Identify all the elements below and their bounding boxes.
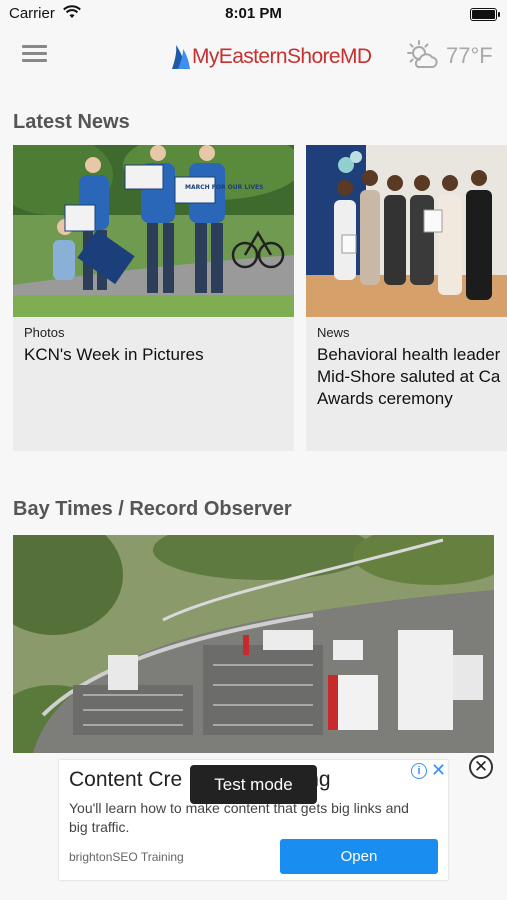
awards-photo — [306, 145, 507, 317]
info-icon[interactable]: i — [411, 763, 427, 779]
bay-times-heading: Bay Times / Record Observer — [13, 498, 292, 520]
test-mode-toast: Test mode — [190, 765, 317, 804]
status-time: 8:01 PM — [225, 5, 282, 22]
app-header: MyEasternShoreMD 77°F — [0, 28, 507, 88]
latest-news-heading: Latest News — [13, 111, 130, 133]
close-icon: ✕ — [473, 757, 489, 776]
ad-description: You'll learn how to make content that ge… — [69, 800, 409, 835]
card-category: Photos — [24, 325, 65, 340]
hamburger-icon[interactable] — [22, 43, 47, 63]
weather-temperature: 77°F — [446, 43, 493, 68]
march-sign-text: MARCH FOR OUR LIVES — [185, 184, 263, 191]
card-headline: KCN's Week in Pictures — [24, 345, 204, 364]
ad-advertiser: brightonSEO Training — [69, 850, 184, 864]
logo-text: MyEasternShoreMD — [192, 45, 372, 68]
ad-dismiss-button[interactable]: ✕ — [469, 755, 493, 779]
ad-open-button[interactable]: Open — [280, 839, 438, 874]
card-headline: Behavioral health leader Mid-Shore salut… — [317, 345, 501, 408]
status-bar: Carrier 8:01 PM — [0, 0, 507, 28]
battery-icon — [470, 8, 500, 21]
sail-logo-icon — [172, 45, 190, 69]
news-card-awards[interactable]: News Behavioral health leader Mid-Shore … — [306, 145, 507, 451]
close-icon[interactable]: ✕ — [431, 760, 446, 781]
partly-cloudy-icon — [407, 40, 438, 68]
site-logo[interactable]: MyEasternShoreMD — [168, 40, 372, 74]
news-card-photos[interactable]: MARCH FOR OUR LIVES Photos KCN's Week in… — [13, 145, 294, 451]
march-photo: MARCH FOR OUR LIVES — [13, 145, 294, 317]
aerial-site-plan-image[interactable] — [13, 535, 494, 753]
card-category: News — [317, 325, 350, 340]
